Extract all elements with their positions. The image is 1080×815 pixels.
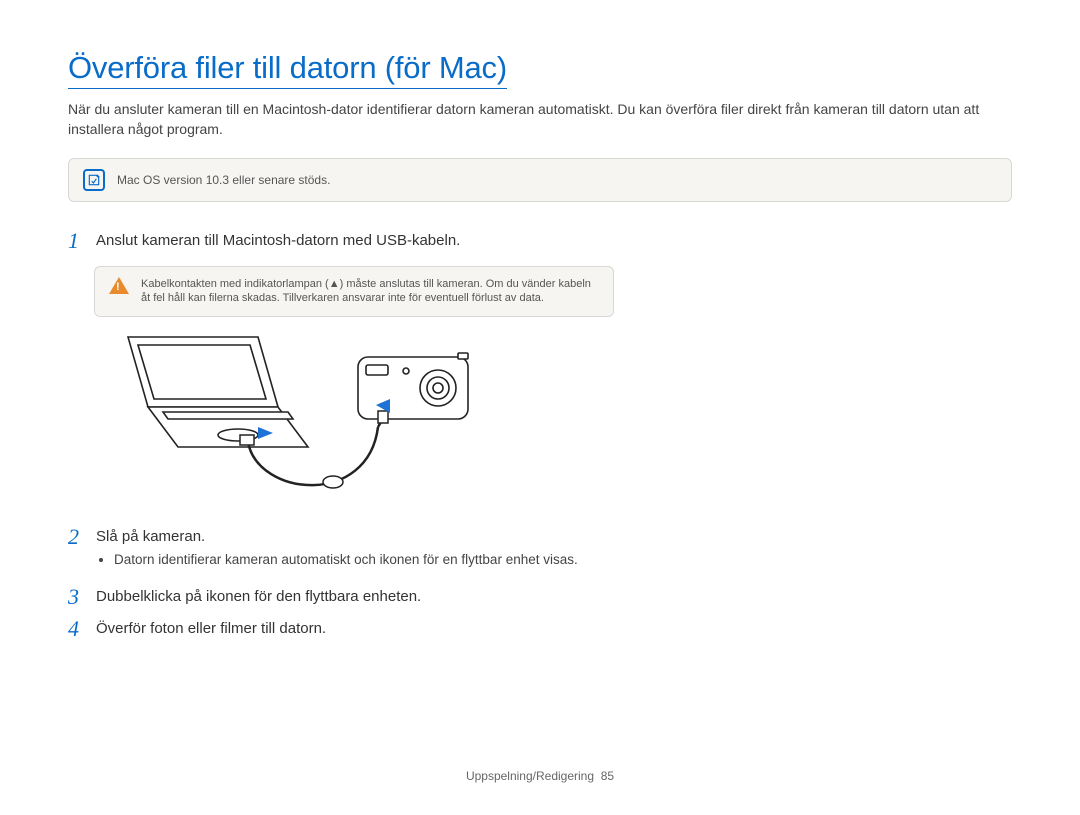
step-1: 1 Anslut kameran till Macintosh-datorn m… <box>68 230 1012 252</box>
step-number: 1 <box>68 230 84 252</box>
intro-paragraph: När du ansluter kameran till en Macintos… <box>68 99 1012 140</box>
footer-section: Uppspelning/Redigering <box>466 769 594 783</box>
footer-page-number: 85 <box>601 769 614 783</box>
step-number: 3 <box>68 586 84 608</box>
page-footer: Uppspelning/Redigering 85 <box>0 769 1080 783</box>
note-text: Mac OS version 10.3 eller senare stöds. <box>117 173 330 187</box>
step-2-bullet-1: Datorn identifierar kameran automatiskt … <box>114 551 1012 570</box>
note-icon <box>83 169 105 191</box>
step-3-text: Dubbelklicka på ikonen för den flyttbara… <box>96 586 1012 607</box>
connection-illustration <box>108 327 1012 512</box>
step-1-text: Anslut kameran till Macintosh-datorn med… <box>96 230 1012 251</box>
warning-text: Kabelkontakten med indikatorlampan (▲) m… <box>141 277 599 307</box>
warning-icon <box>109 277 129 307</box>
step-2-bullets: Datorn identifierar kameran automatiskt … <box>114 551 1012 570</box>
step-number: 4 <box>68 618 84 640</box>
step-4: 4 Överför foton eller filmer till datorn… <box>68 618 1012 640</box>
step-3: 3 Dubbelklicka på ikonen för den flyttba… <box>68 586 1012 608</box>
step-number: 2 <box>68 526 84 576</box>
step-2: 2 Slå på kameran. Datorn identifierar ka… <box>68 526 1012 576</box>
page-title: Överföra filer till datorn (för Mac) <box>68 50 507 89</box>
warning-box: Kabelkontakten med indikatorlampan (▲) m… <box>94 266 614 318</box>
step-2-text: Slå på kameran. <box>96 526 1012 547</box>
step-4-text: Överför foton eller filmer till datorn. <box>96 618 1012 639</box>
note-box: Mac OS version 10.3 eller senare stöds. <box>68 158 1012 202</box>
